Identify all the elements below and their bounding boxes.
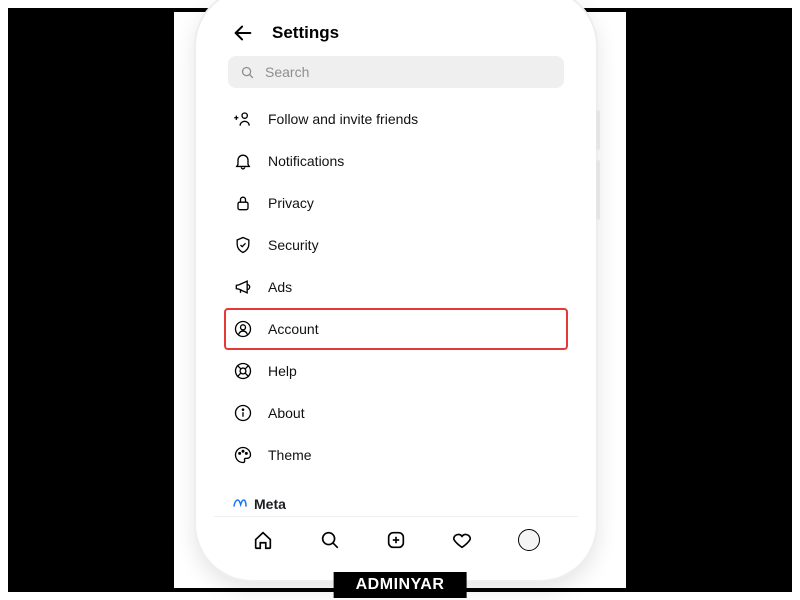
watermark-label: ADMINYAR — [334, 572, 467, 598]
activity-heart-icon[interactable] — [450, 528, 474, 552]
meta-section: Meta Accounts Center Control settings fo… — [228, 496, 564, 516]
page-title: Settings — [272, 23, 339, 43]
letterbox-left — [12, 12, 174, 588]
notifications-row[interactable]: Notifications — [224, 140, 568, 182]
follow-invite-icon — [232, 108, 254, 130]
theme-row[interactable]: Theme — [224, 434, 568, 476]
meta-logo: Meta — [232, 496, 560, 512]
notifications-label: Notifications — [268, 153, 344, 169]
palette-icon — [232, 444, 254, 466]
security-label: Security — [268, 237, 319, 253]
help-label: Help — [268, 363, 297, 379]
ads-label: Ads — [268, 279, 292, 295]
about-label: About — [268, 405, 305, 421]
account-icon — [232, 318, 254, 340]
shield-icon — [232, 234, 254, 256]
privacy-label: Privacy — [268, 195, 314, 211]
help-row[interactable]: Help — [224, 350, 568, 392]
letterbox-right — [626, 12, 788, 588]
follow-invite-row[interactable]: Follow and invite friends — [224, 98, 568, 140]
side-button-2 — [596, 160, 600, 220]
phone-frame: Settings Search Follow and invite friend… — [196, 0, 596, 580]
back-arrow-icon[interactable] — [232, 22, 254, 44]
bell-icon — [232, 150, 254, 172]
search-input[interactable]: Search — [228, 56, 564, 88]
settings-header: Settings — [228, 14, 564, 56]
side-button-1 — [596, 110, 600, 150]
home-icon[interactable] — [251, 528, 275, 552]
account-row[interactable]: Account — [224, 308, 568, 350]
follow-invite-label: Follow and invite friends — [268, 111, 418, 127]
settings-content: Settings Search Follow and invite friend… — [214, 8, 578, 516]
settings-list: Follow and invite friends Notifications … — [228, 98, 564, 476]
search-icon[interactable] — [318, 528, 342, 552]
privacy-row[interactable]: Privacy — [224, 182, 568, 224]
search-placeholder: Search — [265, 64, 309, 80]
about-row[interactable]: About — [224, 392, 568, 434]
bottom-navigation — [214, 516, 578, 562]
account-label: Account — [268, 321, 319, 337]
phone-screen: Settings Search Follow and invite friend… — [214, 8, 578, 562]
lifebuoy-icon — [232, 360, 254, 382]
meta-brand-label: Meta — [254, 496, 286, 512]
theme-label: Theme — [268, 447, 312, 463]
info-icon — [232, 402, 254, 424]
security-row[interactable]: Security — [224, 224, 568, 266]
lock-icon — [232, 192, 254, 214]
ads-row[interactable]: Ads — [224, 266, 568, 308]
new-post-icon[interactable] — [384, 528, 408, 552]
profile-icon[interactable] — [517, 528, 541, 552]
megaphone-icon — [232, 276, 254, 298]
